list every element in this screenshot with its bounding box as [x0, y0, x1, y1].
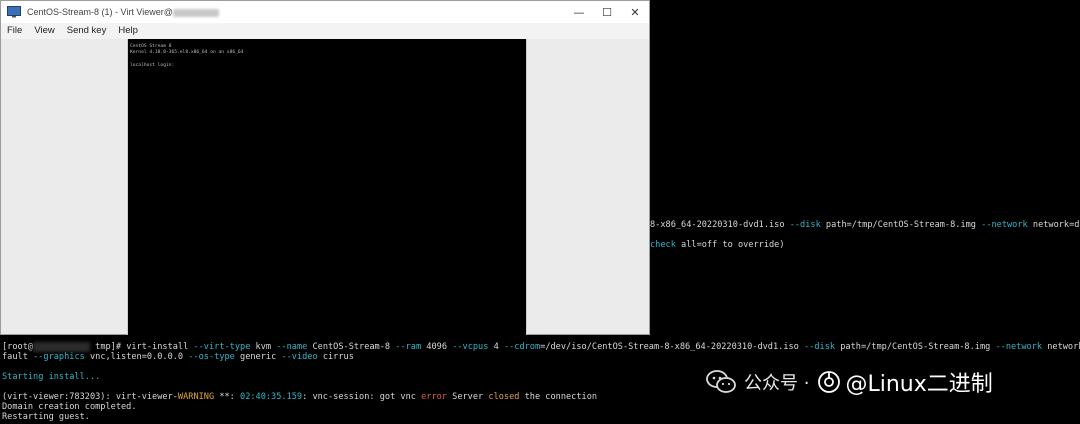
terminal-line-command-cont: fault --graphics vnc,listen=0.0.0.0 --os… — [2, 352, 354, 362]
window-title: CentOS-Stream-8 (1) - Virt Viewer@ — [27, 7, 219, 17]
redacted-hostname: xxxxxxxxxxx — [33, 342, 90, 352]
minimize-button[interactable]: — — [565, 1, 593, 23]
desktop-screen: 8-x86_64-20220310-dvd1.iso --disk path=/… — [0, 0, 1080, 424]
redacted-host — [172, 8, 219, 17]
terminal-line-partial-1: 8-x86_64-20220310-dvd1.iso --disk path=/… — [650, 220, 1080, 230]
terminal-line-warning: (virt-viewer:783203): virt-viewer-WARNIN… — [2, 392, 598, 402]
account-logo-icon — [818, 371, 841, 393]
terminal-line-partial-2: check all=off to override) — [650, 240, 785, 250]
virt-viewer-window[interactable]: CentOS-Stream-8 (1) - Virt Viewer@ — ☐ ✕… — [0, 0, 650, 335]
watermark-account: @Linux二进制 — [845, 372, 993, 397]
vm-console-line: Kernel 4.18.0-365.el8.x86_64 on an x86_6… — [130, 50, 244, 55]
watermark: 公众号 · @Linux二进制 — [706, 362, 993, 402]
menu-bar: File View Send key Help — [1, 23, 649, 39]
monitor-icon — [7, 6, 21, 18]
menu-send-key[interactable]: Send key — [61, 23, 113, 39]
menu-help[interactable]: Help — [112, 23, 144, 39]
terminal-line-domain: Domain creation completed. — [2, 402, 137, 412]
terminal-line-restart: Restarting guest. — [2, 412, 90, 422]
watermark-label: 公众号 · — [744, 373, 810, 394]
wechat-icon — [706, 370, 736, 393]
vm-console-display[interactable]: CentOS Stream 8 Kernel 4.18.0-365.el8.x8… — [127, 39, 527, 335]
window-titlebar[interactable]: CentOS-Stream-8 (1) - Virt Viewer@ — ☐ ✕ — [1, 1, 649, 23]
terminal-line-command: [root@xxxxxxxxxxx tmp]# virt-install --v… — [2, 342, 1080, 352]
close-button[interactable]: ✕ — [621, 1, 649, 23]
menu-view[interactable]: View — [28, 23, 60, 39]
maximize-button[interactable]: ☐ — [593, 1, 621, 23]
vm-console-login-prompt: localhost login: — [130, 63, 175, 68]
menu-file[interactable]: File — [1, 23, 28, 39]
terminal-line-starting: Starting install... — [2, 372, 101, 382]
